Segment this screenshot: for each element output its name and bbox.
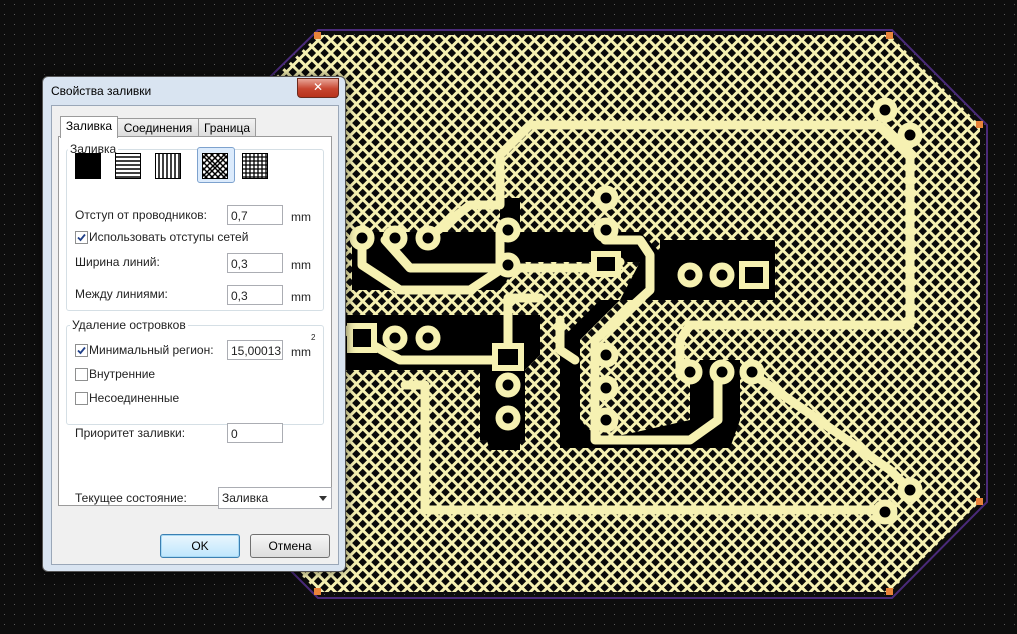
- current-state-label: Текущее состояние:: [75, 491, 187, 505]
- line-width-unit: mm: [291, 258, 311, 272]
- close-button[interactable]: ✕: [297, 78, 339, 98]
- line-spacing-label: Между линиями:: [75, 287, 168, 301]
- min-region-unit-superscript: 2: [311, 333, 316, 342]
- pattern-solid-button[interactable]: [75, 153, 101, 179]
- min-region-unit: mm: [291, 345, 311, 359]
- min-region-label: Минимальный регион:: [89, 343, 214, 357]
- line-spacing-unit: mm: [291, 290, 311, 304]
- islands-group-label: Удаление островков: [70, 318, 188, 332]
- checkmark-icon: [77, 233, 86, 242]
- unconnected-islands-checkbox[interactable]: [75, 392, 88, 405]
- clearance-unit: mm: [291, 210, 311, 224]
- solid-fill-icon: [75, 153, 101, 179]
- clearance-label: Отступ от проводников:: [75, 208, 207, 222]
- diagonal-crosshatch-icon: [201, 152, 229, 180]
- cancel-button[interactable]: Отмена: [250, 534, 330, 558]
- internal-islands-label: Внутренние: [89, 367, 156, 381]
- pattern-horizontal-button[interactable]: [115, 153, 141, 179]
- fill-properties-dialog: Свойства заливки ✕ Заливка Соединения Гр…: [42, 76, 346, 572]
- tab-fill[interactable]: Заливка: [60, 116, 118, 138]
- use-net-clearances-label: Использовать отступы сетей: [89, 230, 249, 244]
- horizontal-hatch-icon: [115, 153, 141, 179]
- unconnected-islands-label: Несоединенные: [89, 391, 180, 405]
- dialog-content: Заливка Соединения Граница Заливка Отсту…: [51, 105, 339, 565]
- line-spacing-input[interactable]: 0,3: [227, 285, 283, 305]
- current-state-select[interactable]: Заливка: [218, 487, 332, 509]
- current-state-value: Заливка: [222, 491, 269, 505]
- vertical-hatch-icon: [155, 153, 181, 179]
- tab-border[interactable]: Граница: [198, 118, 256, 137]
- tab-fill-label: Заливка: [65, 119, 113, 133]
- clearance-input[interactable]: 0,7: [227, 205, 283, 225]
- ok-button-label: OK: [191, 539, 209, 553]
- pattern-vertical-button[interactable]: [155, 153, 181, 179]
- use-net-clearances-checkbox[interactable]: [75, 231, 88, 244]
- priority-input[interactable]: 0: [227, 423, 283, 443]
- internal-islands-checkbox[interactable]: [75, 368, 88, 381]
- min-region-checkbox[interactable]: [75, 344, 88, 357]
- tab-border-label: Граница: [203, 121, 251, 135]
- pattern-diagonal-button[interactable]: [201, 152, 229, 180]
- close-icon: ✕: [312, 80, 324, 94]
- pattern-crosshatch-button[interactable]: [242, 153, 268, 179]
- tab-panel-fill: Заливка Отступ от проводников: 0,7 mm Ис…: [58, 136, 332, 506]
- dialog-titlebar[interactable]: Свойства заливки ✕: [43, 77, 345, 105]
- checkmark-icon: [77, 346, 86, 355]
- ok-button[interactable]: OK: [160, 534, 240, 558]
- line-width-input[interactable]: 0,3: [227, 253, 283, 273]
- tab-connections[interactable]: Соединения: [117, 118, 199, 137]
- priority-label: Приоритет заливки:: [75, 426, 186, 440]
- tab-connections-label: Соединения: [123, 121, 193, 135]
- crosshatch-icon: [242, 153, 268, 179]
- min-region-input[interactable]: 15,00013: [227, 340, 283, 360]
- dialog-title: Свойства заливки: [51, 84, 152, 98]
- chevron-down-icon: [319, 496, 327, 501]
- cancel-button-label: Отмена: [268, 539, 312, 553]
- line-width-label: Ширина линий:: [75, 255, 160, 269]
